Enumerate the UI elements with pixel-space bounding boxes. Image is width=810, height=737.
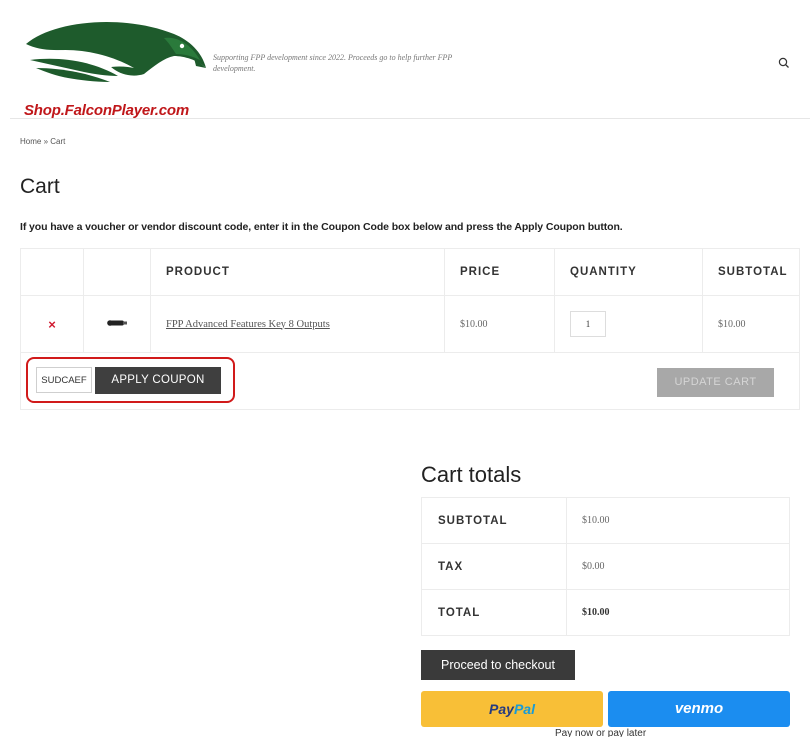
breadcrumb-current: Cart (50, 137, 66, 146)
header-remove (20, 248, 84, 296)
falcon-logo-icon (26, 21, 206, 82)
price-cell: $10.00 (444, 295, 555, 353)
pay-later-text: Pay now or pay later (555, 728, 647, 737)
header-quantity: QUANTITY (554, 248, 703, 296)
logo-text: Shop.FalconPlayer.com (24, 102, 190, 119)
page-title: Cart (20, 175, 60, 198)
subtotal-cell: $10.00 (702, 295, 800, 353)
product-key-thumbnail-icon[interactable] (106, 319, 128, 327)
remove-item-button[interactable]: × (48, 317, 56, 332)
totals-total-row: TOTAL $10.00 (421, 589, 790, 636)
site-logo[interactable]: Shop.FalconPlayer.com (14, 16, 209, 119)
totals-tax-label: TAX (421, 543, 567, 590)
product-link[interactable]: FPP Advanced Features Key 8 Outputs (166, 319, 330, 330)
cart-totals-table: SUBTOTAL $10.00 TAX $0.00 TOTAL $10.00 (421, 497, 790, 636)
product-cell: FPP Advanced Features Key 8 Outputs (150, 295, 445, 353)
paypal-button[interactable]: PayPal (421, 691, 603, 727)
breadcrumb-separator: » (43, 137, 49, 146)
apply-coupon-button[interactable]: APPLY COUPON (95, 367, 221, 394)
breadcrumb-home-link[interactable]: Home (20, 137, 41, 146)
thumbnail-cell (83, 295, 151, 353)
quantity-cell: 1 (554, 295, 703, 353)
header-product: PRODUCT (150, 248, 445, 296)
cart-page: Shop.FalconPlayer.com Supporting FPP dev… (10, 10, 810, 737)
cart-totals-title: Cart totals (421, 462, 522, 487)
venmo-button[interactable]: venmo (608, 691, 790, 727)
header-price: PRICE (444, 248, 555, 296)
proceed-to-checkout-button[interactable]: Proceed to checkout (421, 650, 575, 680)
totals-tax-row: TAX $0.00 (421, 543, 790, 590)
header-subtotal: SUBTOTAL (702, 248, 800, 296)
venmo-logo: venmo (674, 700, 724, 717)
remove-cell: × (20, 295, 84, 353)
table-row: × FPP Advanced Features Key 8 Outputs $1… (20, 295, 800, 353)
breadcrumb: Home » Cart (20, 137, 65, 146)
totals-total-label: TOTAL (421, 589, 567, 636)
cart-table-header: PRODUCT PRICE QUANTITY SUBTOTAL (20, 248, 800, 296)
coupon-code-input[interactable]: SUDCAEF (36, 367, 92, 393)
totals-subtotal-value: $10.00 (566, 497, 790, 544)
site-tagline: Supporting FPP development since 2022. P… (213, 53, 453, 73)
update-cart-button[interactable]: UPDATE CART (657, 368, 774, 397)
search-icon[interactable] (777, 56, 791, 70)
totals-total-value: $10.00 (566, 589, 790, 636)
header-thumbnail (83, 248, 151, 296)
site-header: Shop.FalconPlayer.com Supporting FPP dev… (10, 10, 810, 119)
paypal-logo-pal: Pal (513, 701, 535, 717)
coupon-notice: If you have a voucher or vendor discount… (20, 221, 623, 233)
paypal-logo-pay: Pay (489, 701, 514, 717)
totals-tax-value: $0.00 (566, 543, 790, 590)
totals-subtotal-label: SUBTOTAL (421, 497, 567, 544)
totals-subtotal-row: SUBTOTAL $10.00 (421, 497, 790, 544)
quantity-input[interactable]: 1 (570, 311, 606, 337)
